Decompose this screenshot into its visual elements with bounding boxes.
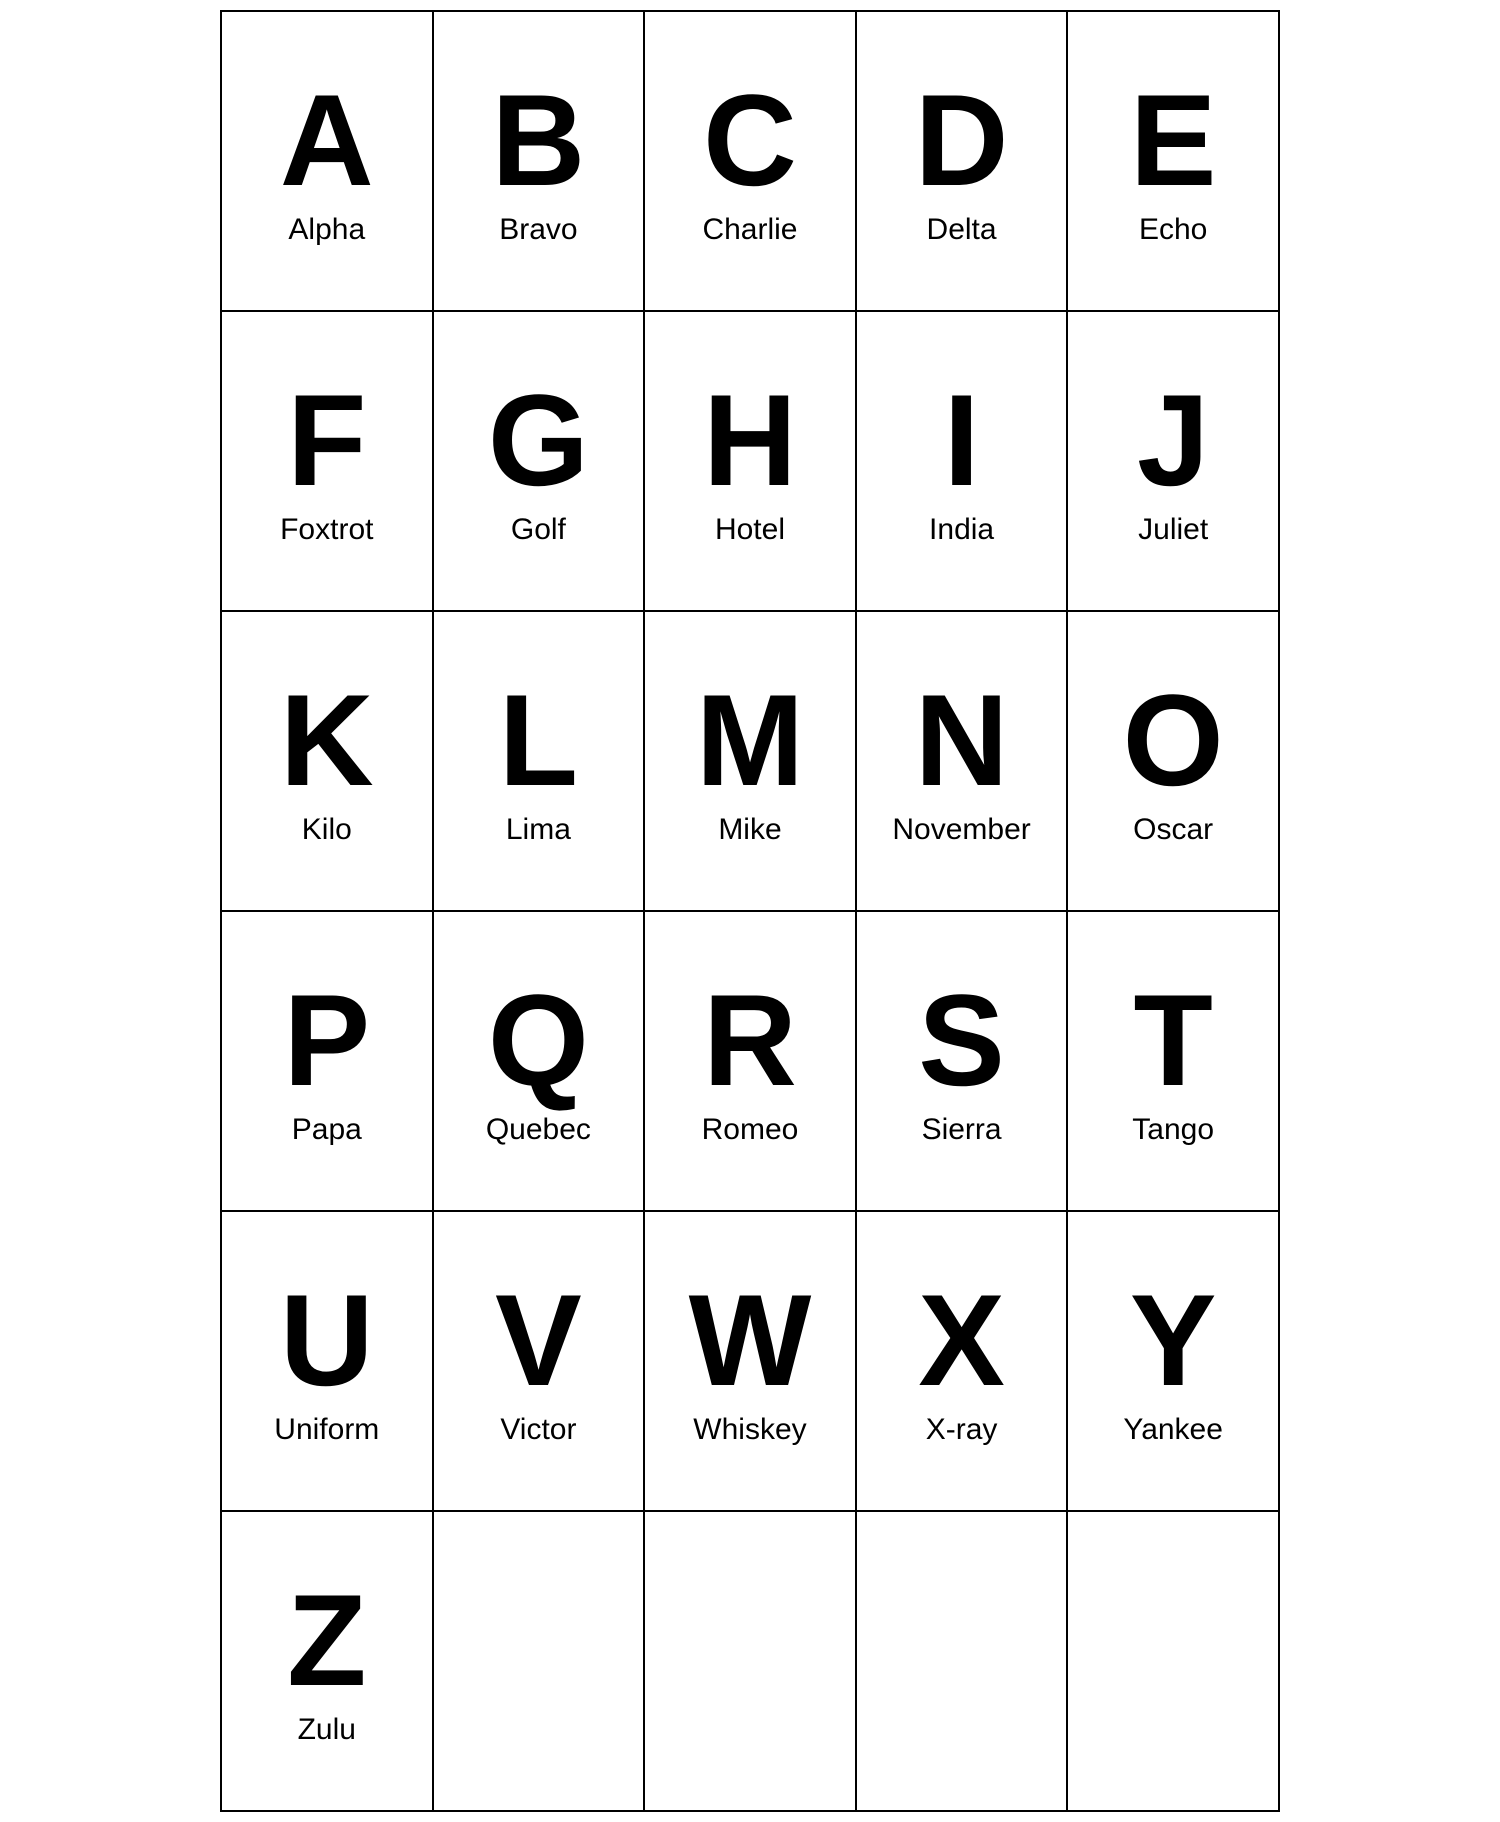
grid-row-3: P Papa Q Quebec R Romeo S Sierra T Tango — [222, 912, 1280, 1212]
word-Golf: Golf — [511, 513, 566, 547]
letter-D: D — [915, 75, 1009, 205]
word-Oscar: Oscar — [1133, 813, 1213, 847]
word-Charlie: Charlie — [702, 213, 797, 247]
letter-B: B — [491, 75, 585, 205]
word-Quebec: Quebec — [486, 1113, 591, 1147]
grid-cell-Y: Y Yankee — [1068, 1212, 1280, 1512]
grid-cell-O: O Oscar — [1068, 612, 1280, 912]
grid-cell-F: F Foxtrot — [222, 312, 434, 612]
grid-cell-R: R Romeo — [645, 912, 857, 1212]
letter-T: T — [1133, 975, 1212, 1105]
grid-cell-L: L Lima — [434, 612, 646, 912]
grid-cell-K: K Kilo — [222, 612, 434, 912]
word-Papa: Papa — [292, 1113, 362, 1147]
grid-cell-Q: Q Quebec — [434, 912, 646, 1212]
phonetic-alphabet-grid: A Alpha B Bravo C Charlie D Delta E Echo F Foxtrot G… — [220, 10, 1280, 1812]
word-Uniform: Uniform — [274, 1413, 379, 1447]
letter-F: F — [287, 375, 366, 505]
letter-A: A — [280, 75, 374, 205]
grid-cell-Z: Z Zulu — [222, 1512, 434, 1812]
grid-row-4: U Uniform V Victor W Whiskey X X-ray Y Yankee — [222, 1212, 1280, 1512]
letter-E: E — [1130, 75, 1217, 205]
grid-cell-G: G Golf — [434, 312, 646, 612]
word-Zulu: Zulu — [298, 1713, 356, 1747]
letter-Z: Z — [287, 1575, 366, 1705]
grid-cell-P: P Papa — [222, 912, 434, 1212]
grid-cell-S: S Sierra — [857, 912, 1069, 1212]
letter-N: N — [915, 675, 1009, 805]
word-Romeo: Romeo — [702, 1113, 799, 1147]
letter-V: V — [495, 1275, 582, 1405]
grid-row-0: A Alpha B Bravo C Charlie D Delta E Echo — [222, 12, 1280, 312]
grid-cell-empty-1 — [434, 1512, 646, 1812]
word-Foxtrot: Foxtrot — [280, 513, 373, 547]
word-Victor: Victor — [500, 1413, 576, 1447]
letter-U: U — [280, 1275, 374, 1405]
grid-cell-T: T Tango — [1068, 912, 1280, 1212]
grid-cell-M: M Mike — [645, 612, 857, 912]
word-Tango: Tango — [1132, 1113, 1214, 1147]
word-Mike: Mike — [718, 813, 781, 847]
grid-cell-N: N November — [857, 612, 1069, 912]
grid-cell-D: D Delta — [857, 12, 1069, 312]
letter-L: L — [499, 675, 578, 805]
grid-cell-A: A Alpha — [222, 12, 434, 312]
letter-Y: Y — [1130, 1275, 1217, 1405]
letter-I: I — [944, 375, 980, 505]
word-Whiskey: Whiskey — [693, 1413, 806, 1447]
letter-W: W — [689, 1275, 812, 1405]
grid-cell-E: E Echo — [1068, 12, 1280, 312]
word-Bravo: Bravo — [499, 213, 577, 247]
word-Juliet: Juliet — [1138, 513, 1208, 547]
grid-cell-empty-2 — [645, 1512, 857, 1812]
letter-O: O — [1123, 675, 1224, 805]
letter-X: X — [918, 1275, 1005, 1405]
word-Lima: Lima — [506, 813, 571, 847]
letter-M: M — [696, 675, 804, 805]
letter-Q: Q — [488, 975, 589, 1105]
grid-cell-W: W Whiskey — [645, 1212, 857, 1512]
grid-row-5: Z Zulu — [222, 1512, 1280, 1812]
word-Delta: Delta — [927, 213, 997, 247]
grid-cell-C: C Charlie — [645, 12, 857, 312]
grid-cell-empty-4 — [1068, 1512, 1280, 1812]
grid-cell-X: X X-ray — [857, 1212, 1069, 1512]
letter-C: C — [703, 75, 797, 205]
letter-H: H — [703, 375, 797, 505]
grid-cell-empty-3 — [857, 1512, 1069, 1812]
letter-J: J — [1137, 375, 1209, 505]
grid-row-1: F Foxtrot G Golf H Hotel I India J Juliet — [222, 312, 1280, 612]
letter-K: K — [280, 675, 374, 805]
word-Alpha: Alpha — [288, 213, 365, 247]
word-Yankee: Yankee — [1123, 1413, 1223, 1447]
word-Sierra: Sierra — [922, 1113, 1002, 1147]
grid-row-2: K Kilo L Lima M Mike N November O Oscar — [222, 612, 1280, 912]
word-Echo: Echo — [1139, 213, 1207, 247]
grid-cell-J: J Juliet — [1068, 312, 1280, 612]
letter-P: P — [283, 975, 370, 1105]
grid-cell-U: U Uniform — [222, 1212, 434, 1512]
word-X-ray: X-ray — [926, 1413, 998, 1447]
letter-S: S — [918, 975, 1005, 1105]
word-Hotel: Hotel — [715, 513, 785, 547]
grid-cell-I: I India — [857, 312, 1069, 612]
letter-R: R — [703, 975, 797, 1105]
word-India: India — [929, 513, 994, 547]
grid-cell-H: H Hotel — [645, 312, 857, 612]
word-Kilo: Kilo — [302, 813, 352, 847]
grid-cell-V: V Victor — [434, 1212, 646, 1512]
word-November: November — [892, 813, 1030, 847]
letter-G: G — [488, 375, 589, 505]
grid-cell-B: B Bravo — [434, 12, 646, 312]
